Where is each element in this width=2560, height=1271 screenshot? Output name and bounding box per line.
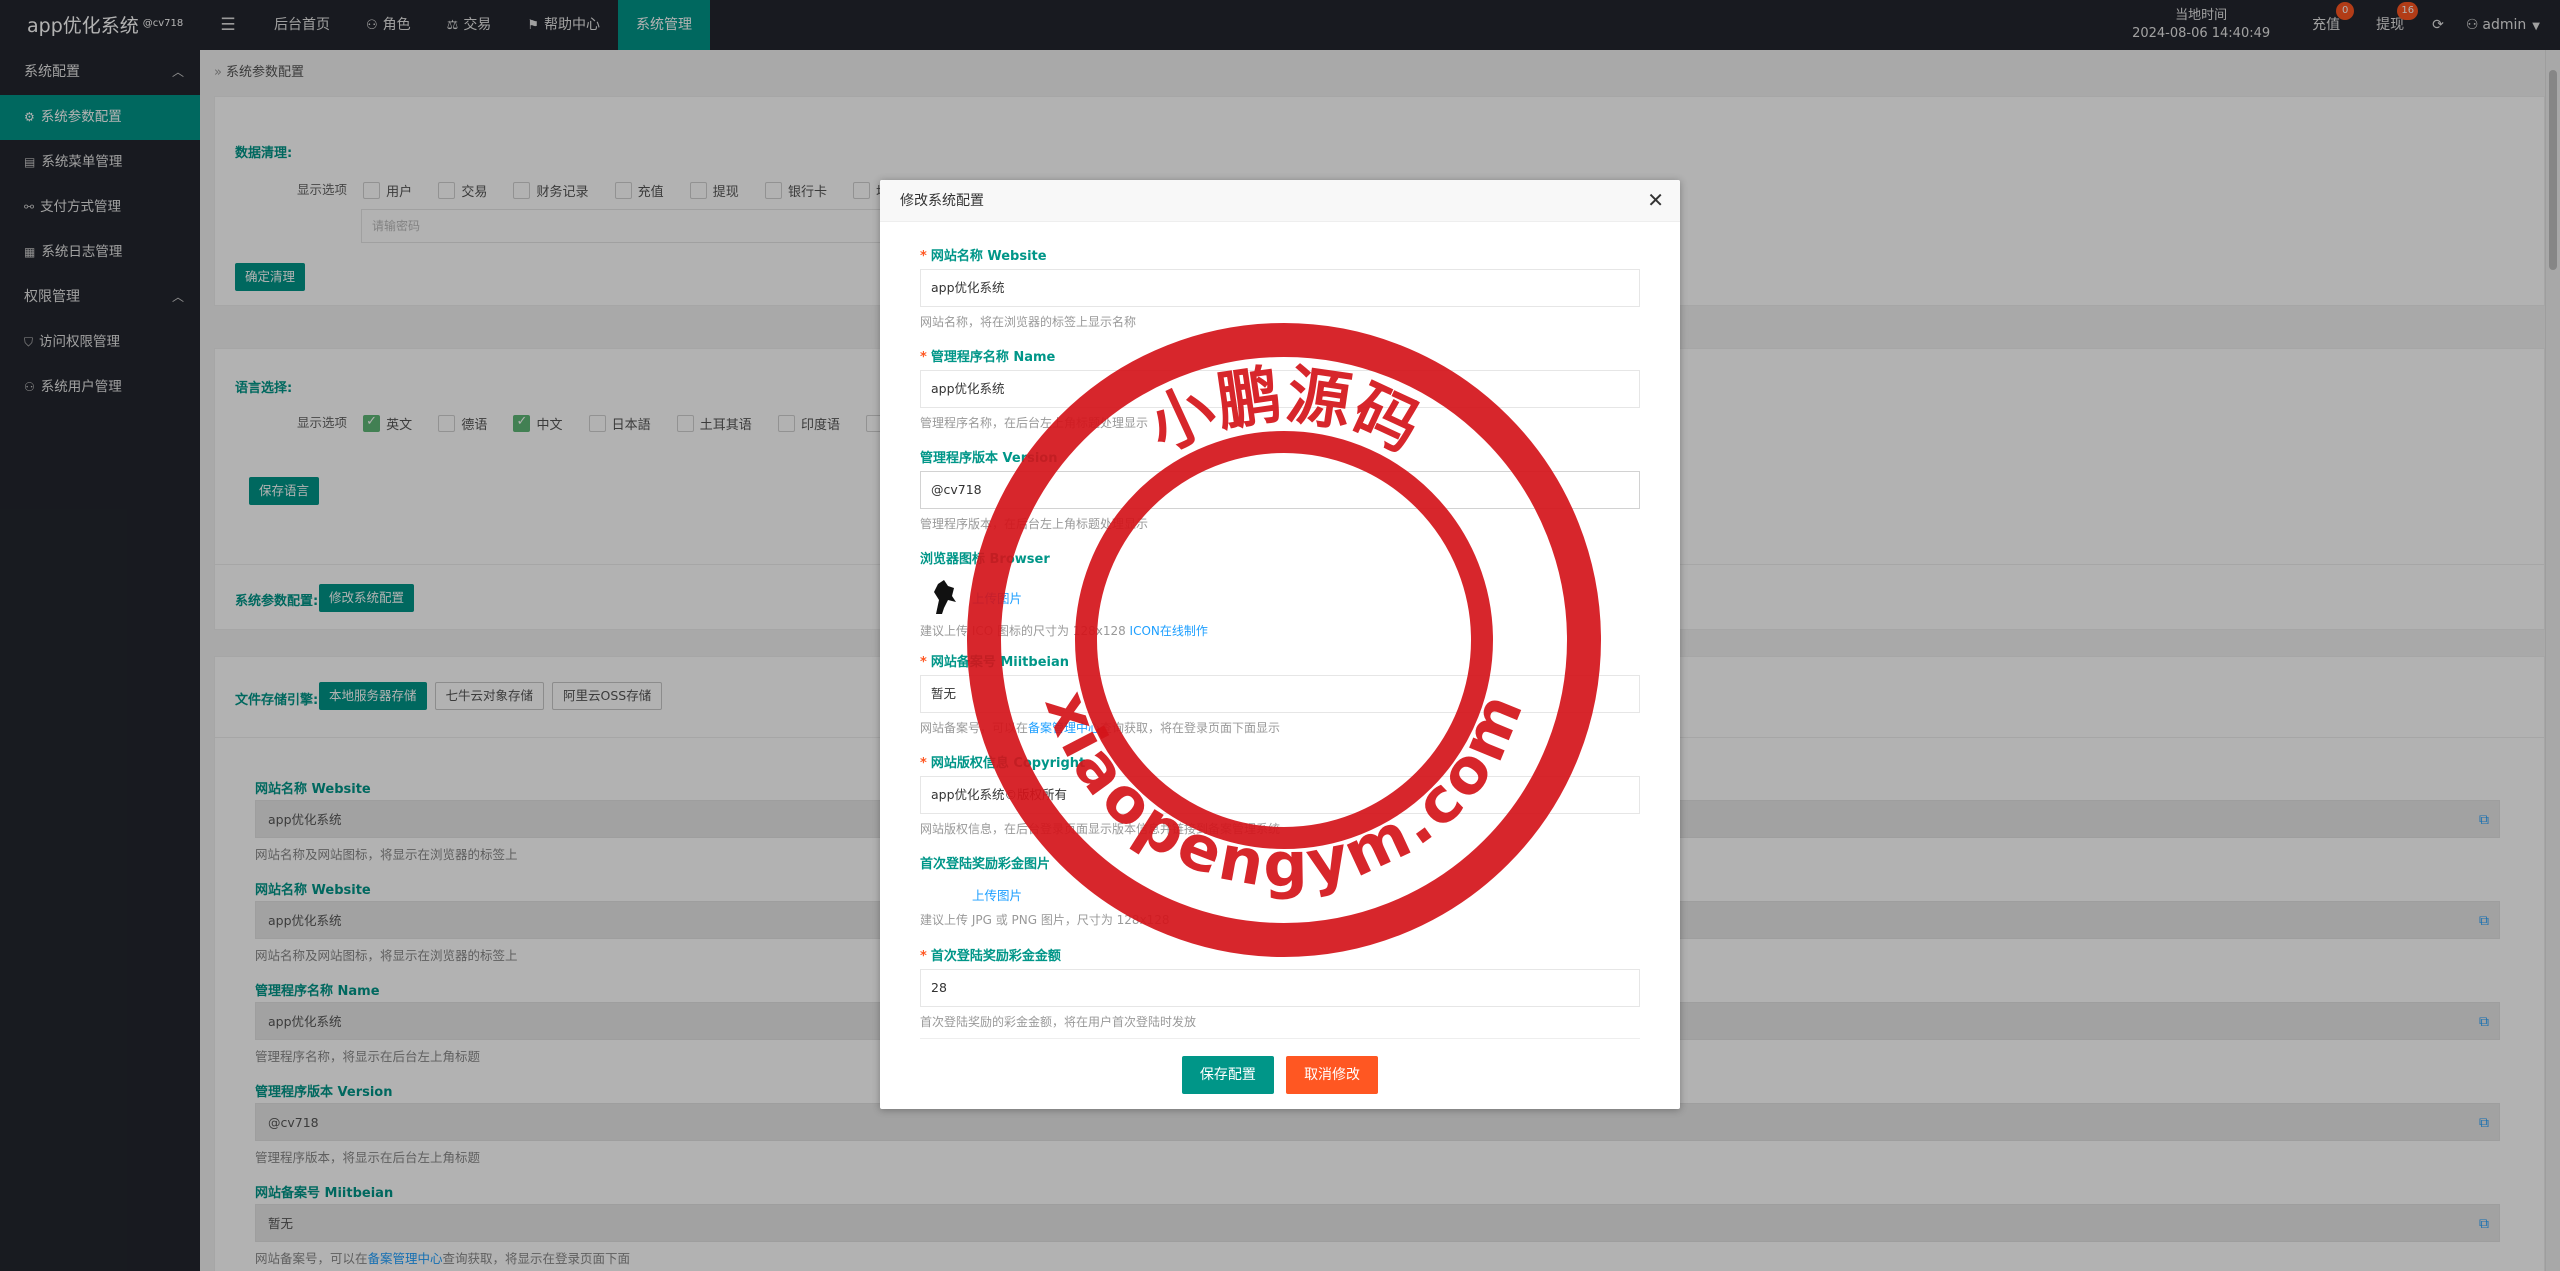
modal-title: 修改系统配置 (880, 180, 1680, 222)
bonus-amount-input[interactable]: 28 (920, 969, 1640, 1007)
field-help: 管理程序版本，在后台左上角标题处理显示 (920, 517, 1149, 531)
modal-field-name: * 管理程序名称 Name app优化系统 管理程序名称，在后台左上角标题处理显示 (920, 346, 1640, 431)
modal-field-browser-icon: 浏览器图标 Browser 上传图片 建议上传 ICO 图标的尺寸为 128x1… (920, 548, 1640, 639)
required-mark: * (920, 350, 927, 365)
help-text: 查询获取，将在登录页面下面显示 (1100, 721, 1281, 735)
field-label-text: 管理程序名称 Name (930, 350, 1056, 365)
field-label-text: 网站名称 Website (930, 249, 1047, 264)
modal-field-website: * 网站名称 Website app优化系统 网站名称，将在浏览器的标签上显示名称 (920, 245, 1640, 330)
help-text: 建议上传 ICO 图标的尺寸为 128x128 (920, 624, 1130, 638)
beian-center-link[interactable]: 备案管理中心 (1028, 721, 1100, 735)
field-label: * 管理程序名称 Name (920, 346, 1640, 366)
required-mark: * (920, 249, 927, 264)
field-help: 管理程序名称，在后台左上角标题处理显示 (920, 416, 1149, 430)
field-label: * 网站备案号 Miitbeian (920, 651, 1640, 671)
icon-maker-link[interactable]: ICON在线制作 (1130, 624, 1208, 638)
required-mark: * (920, 949, 927, 964)
field-label-text: 网站备案号 Miitbeian (930, 655, 1070, 670)
upload-image-link[interactable]: 上传图片 (972, 885, 1022, 904)
field-help: 建议上传 ICO 图标的尺寸为 128x128 ICON在线制作 (920, 622, 1640, 639)
field-help: 网站名称，将在浏览器的标签上显示名称 (920, 315, 1137, 329)
help-text: 网站备案号，可以在 (920, 721, 1029, 735)
modal-field-miitbeian: * 网站备案号 Miitbeian 暂无 网站备案号，可以在备案管理中心查询获取，… (920, 651, 1640, 736)
edit-config-modal: 修改系统配置 ✕ * 网站名称 Website app优化系统 网站名称，将在浏览… (880, 180, 1680, 1109)
field-label: 管理程序版本 Version (920, 451, 1058, 466)
app-root: app优化系统 @cv718 ☰ 后台首页 ⚇ 角色 ⚖ 交易 ⚑ 帮助中心 系统管理 … (0, 0, 2560, 1271)
bonus-image-upload: 上传图片 (920, 879, 1640, 909)
required-mark: * (920, 756, 927, 771)
copyright-input[interactable]: app优化系统©版权所有 (920, 776, 1640, 814)
upload-image-link[interactable]: 上传图片 (972, 588, 1022, 607)
app-name-input[interactable]: app优化系统 (920, 370, 1640, 408)
required-mark: * (920, 655, 927, 670)
field-label: * 网站名称 Website (920, 245, 1640, 265)
modal-field-version: 管理程序版本 Version @cv718 管理程序版本，在后台左上角标题处理显… (920, 447, 1640, 532)
miitbeian-input[interactable]: 暂无 (920, 675, 1640, 713)
website-input[interactable]: app优化系统 (920, 269, 1640, 307)
version-input[interactable]: @cv718 (920, 471, 1640, 509)
favicon-preview-icon (934, 580, 956, 614)
modal-field-bonus-image: 首次登陆奖励彩金图片 上传图片 建议上传 JPG 或 PNG 图片，尺寸为 12… (920, 853, 1640, 928)
field-help: 网站版权信息，在后台登录页面显示版本信息并链接到备案管理系统 (920, 822, 1281, 836)
modal-footer: 保存配置 取消修改 (880, 1056, 1680, 1094)
close-icon[interactable]: ✕ (1647, 188, 1664, 212)
save-config-button[interactable]: 保存配置 (1181, 1056, 1274, 1094)
field-label-text: 网站版权信息 Copyright (930, 756, 1086, 771)
modal-divider (920, 1038, 1640, 1039)
modal-body: * 网站名称 Website app优化系统 网站名称，将在浏览器的标签上显示名称… (880, 223, 1680, 1029)
browser-icon-upload: 上传图片 (920, 574, 1640, 620)
field-label-text: 首次登陆奖励彩金金额 (930, 949, 1061, 964)
field-label: 浏览器图标 Browser (920, 552, 1050, 567)
cancel-edit-button[interactable]: 取消修改 (1286, 1056, 1379, 1094)
modal-field-copyright: * 网站版权信息 Copyright app优化系统©版权所有 网站版权信息，在后… (920, 752, 1640, 837)
field-help: 首次登陆奖励的彩金金额，将在用户首次登陆时发放 (920, 1015, 1197, 1029)
field-help: 网站备案号，可以在备案管理中心查询获取，将在登录页面下面显示 (920, 719, 1640, 736)
field-label: 首次登陆奖励彩金图片 (920, 857, 1051, 872)
field-label: * 网站版权信息 Copyright (920, 752, 1640, 772)
field-help: 建议上传 JPG 或 PNG 图片，尺寸为 128x128 (920, 913, 1170, 927)
field-label: * 首次登陆奖励彩金金额 (920, 945, 1640, 965)
modal-field-bonus-amount: * 首次登陆奖励彩金金额 28 首次登陆奖励的彩金金额，将在用户首次登陆时发放 (920, 945, 1640, 1030)
